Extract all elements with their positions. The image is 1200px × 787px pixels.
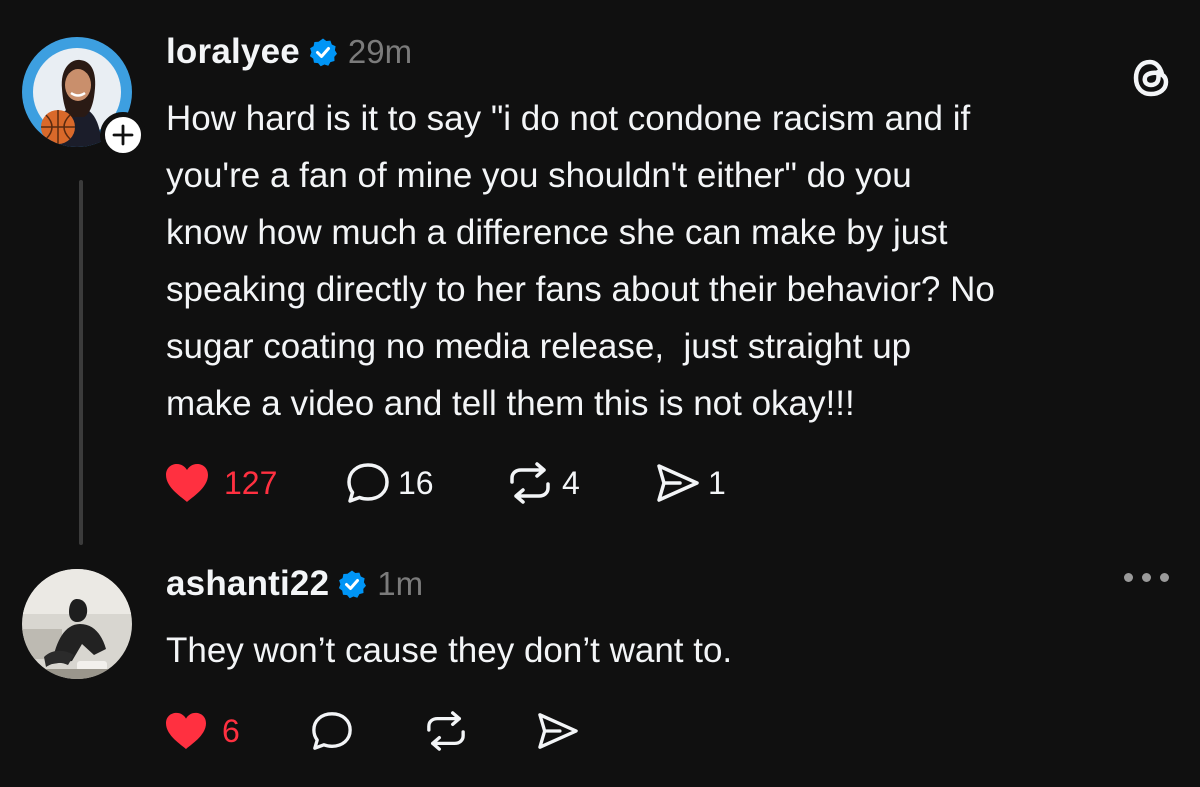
post-timestamp: 29m xyxy=(347,33,413,70)
send-icon xyxy=(538,713,578,749)
reply-actions: 6 xyxy=(164,710,581,752)
share-button[interactable] xyxy=(535,711,581,751)
reply-count: 16 xyxy=(398,464,434,501)
repost-icon xyxy=(510,462,550,504)
thread-view: loralyee 29m How hard is it to say "i do… xyxy=(0,0,1200,787)
send-icon xyxy=(657,464,699,502)
share-count: 1 xyxy=(708,464,726,501)
reply-timestamp: 1m xyxy=(377,565,424,602)
dot xyxy=(1124,573,1133,582)
post-actions: 127 16 4 1 xyxy=(164,461,726,505)
share-button[interactable]: 1 xyxy=(654,462,726,504)
verified-badge-icon xyxy=(308,37,338,67)
repost-count: 4 xyxy=(562,464,580,501)
like-count: 6 xyxy=(222,712,240,749)
follow-button[interactable] xyxy=(100,112,146,158)
reply-body: They won’t cause they don’t want to. xyxy=(166,631,733,670)
dot xyxy=(1142,573,1151,582)
thread-connector-line xyxy=(79,180,83,545)
username[interactable]: loralyee xyxy=(166,32,300,72)
plus-icon xyxy=(112,124,134,146)
reply-button[interactable] xyxy=(309,710,421,752)
reply-button[interactable]: 16 xyxy=(344,461,504,505)
verified-badge-icon xyxy=(337,569,367,599)
like-button[interactable]: 6 xyxy=(164,711,309,751)
reply-header: ashanti22 1m xyxy=(166,559,423,609)
heart-icon xyxy=(166,712,206,750)
repost-button[interactable]: 4 xyxy=(504,462,654,504)
dot xyxy=(1160,573,1169,582)
comment-icon xyxy=(347,463,389,503)
post-header: loralyee 29m xyxy=(166,27,412,77)
avatar-ashanti22[interactable] xyxy=(22,569,132,679)
comment-icon xyxy=(312,712,352,750)
like-button[interactable]: 127 xyxy=(164,462,344,504)
post-body: How hard is it to say "i do not condone … xyxy=(166,99,995,423)
repost-icon xyxy=(427,711,465,751)
like-count: 127 xyxy=(224,464,278,501)
repost-button[interactable] xyxy=(421,711,535,751)
heart-icon xyxy=(166,464,208,502)
username[interactable]: ashanti22 xyxy=(166,564,329,604)
more-options-icon[interactable] xyxy=(1124,573,1169,582)
